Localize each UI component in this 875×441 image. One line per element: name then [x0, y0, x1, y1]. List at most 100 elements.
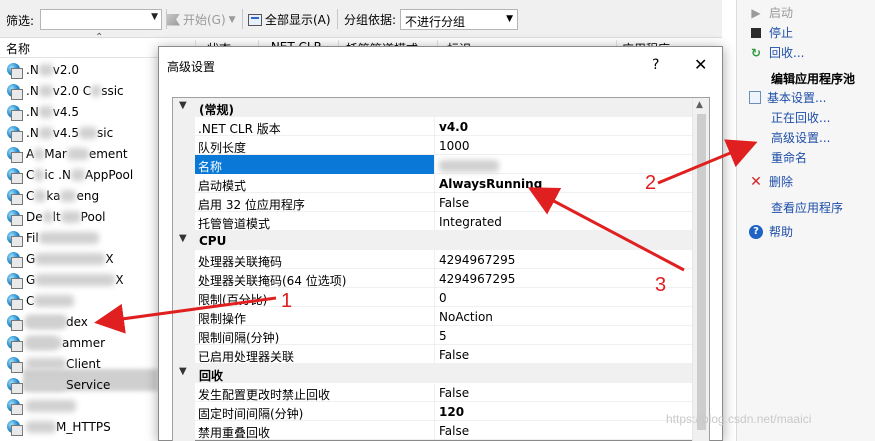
property-value[interactable]: False [439, 193, 694, 212]
play-icon: ▶ [751, 5, 761, 20]
list-item[interactable]: Cka eng [0, 185, 99, 206]
scroll-up-icon[interactable]: ▲ [696, 100, 703, 110]
property-value[interactable]: NoAction [439, 307, 694, 326]
pool-name: Pool [80, 209, 106, 224]
rename-action[interactable]: 重命名 [771, 149, 807, 166]
property-value[interactable]: v4.0 [439, 117, 694, 136]
dialog-close-button[interactable]: ✕ [694, 55, 707, 74]
collapse-icon[interactable]: ▼ [179, 233, 187, 244]
start-action[interactable]: ▶ 启动 [749, 4, 793, 21]
list-item[interactable]: .N v2.0 C ssic [0, 80, 124, 101]
show-all-button[interactable]: 全部显示(A) [248, 11, 331, 28]
property-row[interactable]: 处理器关联掩码(64 位选项) 4294967295 [195, 269, 694, 288]
annotation-number-1: 1 [281, 290, 293, 312]
list-item[interactable]: De lt Pool [0, 206, 106, 227]
filter-toolbar: 筛选: ▼ 开始(G) ▼ 全部显示(A) 分组依据: 不进行分组 ▼ [0, 0, 722, 38]
stop-action-label: 停止 [769, 26, 794, 40]
app-pool-icon [6, 167, 23, 184]
property-row-selected[interactable]: 名称 [195, 155, 694, 174]
property-row[interactable]: 启用 32 位应用程序 False [195, 193, 694, 212]
filter-input[interactable]: ▼ [40, 9, 162, 30]
recycle-action[interactable]: ↻ 回收... [749, 44, 804, 61]
list-item[interactable]: M_HTTPS [0, 416, 111, 437]
list-item[interactable]: Fil [0, 227, 99, 248]
property-row[interactable]: 固定时间间隔(分钟) 120 [195, 402, 694, 421]
start-filter-label: 开始(G) [183, 13, 226, 27]
property-name: 固定时间间隔(分钟) [195, 402, 435, 421]
property-value[interactable]: False [439, 345, 694, 364]
pool-name: v4.5 [52, 104, 79, 119]
property-value[interactable]: False [439, 421, 694, 440]
property-row[interactable]: .NET CLR 版本 v4.0 [195, 117, 694, 136]
app-pool-icon [6, 398, 23, 415]
property-row[interactable]: 启动模式 AlwaysRunning [195, 174, 694, 193]
scrollbar-thumb[interactable] [697, 114, 706, 430]
property-value[interactable]: 4294967295 [439, 250, 694, 269]
category-general[interactable]: ▼ (常规) [173, 98, 694, 117]
recycling-action[interactable]: 正在回收... [771, 109, 830, 126]
property-name: 禁用重叠回收 [195, 421, 435, 440]
vertical-scrollbar[interactable]: ▲ [692, 98, 709, 441]
property-row[interactable]: 限制(百分比) 0 [195, 288, 694, 307]
property-value[interactable]: False [439, 383, 694, 402]
help-action[interactable]: ? 帮助 [749, 223, 793, 240]
pool-name: C [26, 293, 35, 308]
edit-pool-heading: 编辑应用程序池 [771, 72, 856, 86]
property-value[interactable]: 120 [439, 402, 694, 421]
list-item[interactable]: C [0, 290, 75, 311]
list-item[interactable]: .N v4.5 sic [0, 122, 113, 143]
stop-action[interactable]: 停止 [749, 24, 793, 41]
property-value[interactable]: Integrated [439, 212, 694, 231]
property-name: 发生配置更改时禁止回收 [195, 383, 435, 402]
list-item[interactable]: Cic .N AppPool [0, 164, 133, 185]
actions-panel: ▶ 启动 停止 ↻ 回收... 编辑应用程序池 基本设置... 正在回收... 高级… [736, 0, 875, 441]
list-item[interactable]: GX [0, 248, 114, 269]
start-filter-button[interactable]: 开始(G) ▼ [167, 11, 236, 28]
property-row[interactable]: 限制操作 NoAction [195, 307, 694, 326]
list-item[interactable]: .N v4.5 [0, 101, 79, 122]
help-action-label: 帮助 [769, 225, 794, 239]
list-item[interactable]: Service [0, 374, 110, 395]
pool-name: X [105, 251, 114, 266]
list-item[interactable]: dex [0, 311, 88, 332]
app-pool-icon [6, 314, 23, 331]
property-value[interactable]: 5 [439, 326, 694, 345]
property-row[interactable]: 限制间隔(分钟) 5 [195, 326, 694, 345]
category-recycling[interactable]: ▼ 回收 [173, 364, 694, 383]
collapse-icon[interactable]: ▼ [179, 366, 187, 377]
pool-name: G [26, 272, 36, 287]
app-pool-icon [6, 104, 23, 121]
property-row[interactable]: 队列长度 1000 [195, 136, 694, 155]
pool-name: sic [96, 125, 114, 140]
filter-dropdown-icon[interactable]: ▼ [151, 12, 158, 22]
advanced-settings-action[interactable]: 高级设置... [771, 129, 830, 146]
pool-name: ssic [101, 83, 124, 98]
delete-action[interactable]: ✕ 删除 [749, 173, 793, 190]
group-by-select[interactable]: 不进行分组 ▼ [400, 9, 518, 30]
property-row[interactable]: 禁用重叠回收 False [195, 421, 694, 440]
category-cpu[interactable]: ▼ CPU [173, 231, 694, 250]
property-row[interactable]: 托管管道模式 Integrated [195, 212, 694, 231]
dialog-help-button[interactable]: ? [652, 57, 659, 73]
list-item[interactable]: A Mar ement [0, 143, 128, 164]
property-row[interactable]: 发生配置更改时禁止回收 False [195, 383, 694, 402]
flag-icon [167, 13, 180, 26]
basic-settings-action[interactable]: 基本设置... [749, 89, 826, 106]
property-row[interactable]: 已启用处理器关联 False [195, 345, 694, 364]
property-name: 限制操作 [195, 307, 435, 326]
pool-name: .N [26, 104, 39, 119]
pool-name: ka [46, 188, 61, 203]
stop-icon [751, 27, 761, 38]
pool-name: .N [26, 62, 39, 77]
view-apps-action[interactable]: 查看应用程序 [771, 199, 843, 216]
list-item[interactable]: ammer [0, 332, 105, 353]
list-item[interactable]: Client [0, 353, 101, 374]
help-icon: ? [749, 224, 763, 239]
list-item[interactable]: .N v2.0 [0, 59, 79, 80]
list-item[interactable]: GX [0, 269, 124, 290]
property-name: 启用 32 位应用程序 [195, 193, 435, 212]
property-row[interactable]: 处理器关联掩码 4294967295 [195, 250, 694, 269]
list-item[interactable] [0, 395, 76, 416]
property-value[interactable]: 1000 [439, 136, 694, 155]
collapse-icon[interactable]: ▼ [179, 100, 187, 111]
